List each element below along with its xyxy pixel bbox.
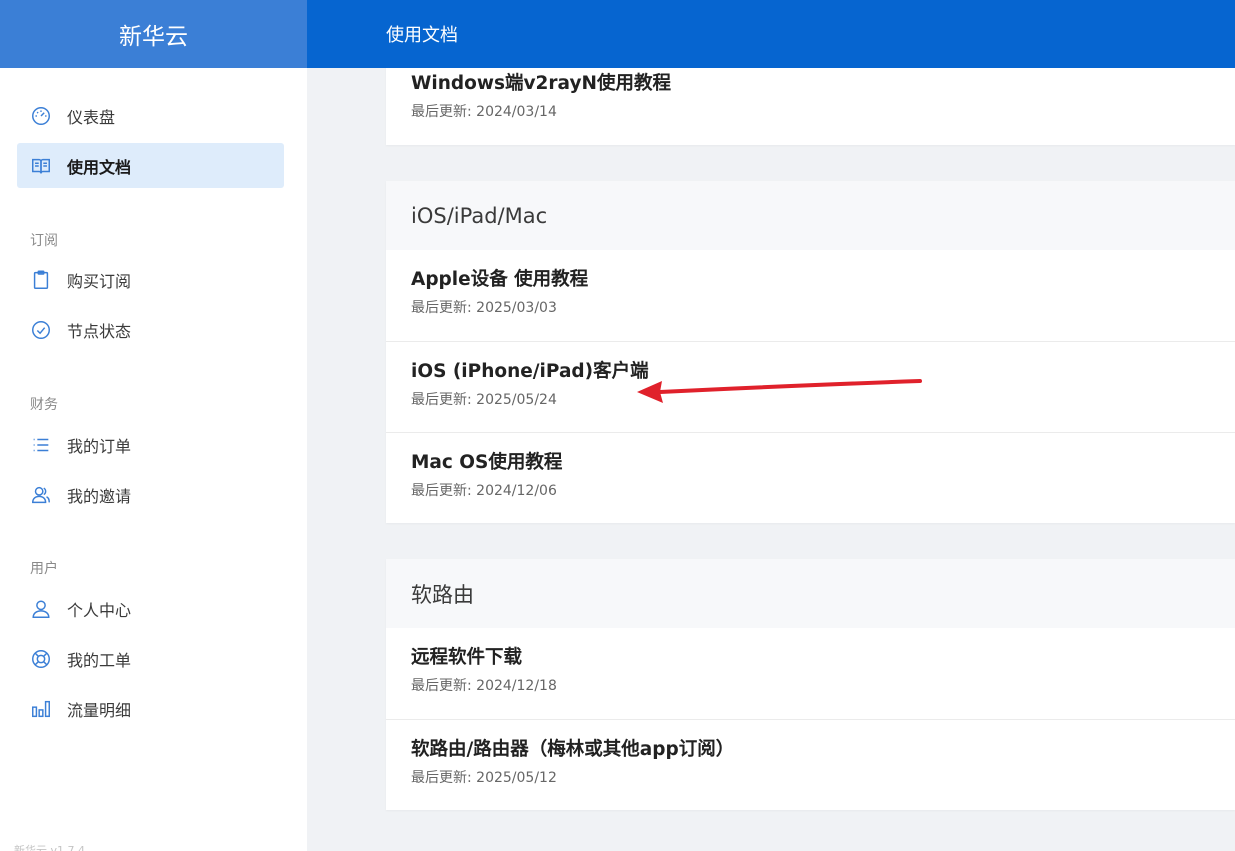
top-header-overlay: 新华云 使用文档	[0, 0, 1235, 68]
doc-item[interactable]: Mac OS使用教程 最后更新: 2024/12/06	[386, 432, 1235, 523]
sidebar-item-buy-subscription[interactable]: 购买订阅	[17, 257, 284, 302]
docs-card-ios: iOS/iPad/Mac Apple设备 使用教程 最后更新: 2025/03/…	[386, 181, 1235, 523]
section-heading-subscription: 订阅	[30, 233, 58, 249]
sidebar-item-my-invites[interactable]: 我的邀请	[17, 472, 284, 517]
sidebar-item-label: 个人中心	[67, 600, 132, 620]
sidebar-item-traffic-details[interactable]: 流量明细	[17, 686, 284, 731]
sidebar-item-my-orders[interactable]: 我的订单	[17, 422, 284, 467]
sidebar-item-profile[interactable]: 个人中心	[17, 586, 284, 631]
sidebar: 仪表盘 使用文档 订阅 购买订阅 节点状态 财务 我的订单 我的邀请 用户 个人…	[0, 68, 307, 851]
doc-title: iOS (iPhone/iPad)客户端	[411, 361, 649, 382]
doc-updated: 最后更新: 2024/12/18	[411, 678, 557, 694]
docs-card-router: 软路由 远程软件下载 最后更新: 2024/12/18 软路由/路由器（梅林或其…	[386, 559, 1235, 810]
book-icon	[30, 155, 52, 177]
sidebar-item-dashboard[interactable]: 仪表盘	[17, 93, 284, 138]
section-heading-user: 用户	[30, 561, 58, 577]
dashboard-gauge-icon	[30, 105, 52, 127]
clipboard-icon	[30, 269, 52, 291]
doc-item[interactable]: Apple设备 使用教程 最后更新: 2025/03/03	[386, 250, 1235, 341]
doc-item[interactable]: iOS (iPhone/iPad)客户端 最后更新: 2025/05/24	[386, 341, 1235, 432]
doc-title: Windows端v2rayN使用教程	[411, 73, 671, 94]
bar-chart-icon	[30, 698, 52, 720]
doc-updated: 最后更新: 2025/05/12	[411, 770, 557, 786]
version-footer: 新华云 v1.7.4	[14, 844, 85, 851]
lifebuoy-icon	[30, 648, 52, 670]
brand-logo[interactable]: 新华云	[0, 0, 307, 68]
sidebar-item-docs[interactable]: 使用文档	[17, 143, 284, 188]
doc-updated: 最后更新: 2025/05/24	[411, 392, 557, 408]
sidebar-item-label: 我的订单	[67, 436, 132, 456]
sidebar-item-label: 我的邀请	[67, 486, 132, 506]
sidebar-item-label: 我的工单	[67, 650, 132, 670]
doc-title: 软路由/路由器（梅林或其他app订阅）	[411, 739, 735, 760]
sidebar-item-label: 流量明细	[67, 700, 132, 720]
page-title: 使用文档	[386, 25, 458, 46]
doc-item[interactable]: 远程软件下载 最后更新: 2024/12/18	[386, 628, 1235, 719]
doc-updated: 最后更新: 2025/03/03	[411, 300, 557, 316]
users-icon	[30, 484, 52, 506]
doc-updated: 最后更新: 2024/03/14	[411, 104, 557, 120]
check-circle-icon	[30, 319, 52, 341]
card-category-header: iOS/iPad/Mac	[386, 181, 1235, 250]
sidebar-item-label: 使用文档	[67, 157, 132, 177]
section-heading-finance: 财务	[30, 397, 58, 413]
doc-title: 远程软件下载	[411, 647, 523, 668]
doc-updated: 最后更新: 2024/12/06	[411, 483, 557, 499]
sidebar-item-my-tickets[interactable]: 我的工单	[17, 636, 284, 681]
sidebar-item-node-status[interactable]: 节点状态	[17, 307, 284, 352]
doc-item[interactable]: 软路由/路由器（梅林或其他app订阅） 最后更新: 2025/05/12	[386, 719, 1235, 810]
user-icon	[30, 598, 52, 620]
card-category-header: 软路由	[386, 559, 1235, 628]
sidebar-item-label: 购买订阅	[67, 271, 132, 291]
sidebar-item-label: 仪表盘	[67, 107, 116, 127]
list-icon	[30, 434, 52, 456]
doc-title: Mac OS使用教程	[411, 452, 563, 473]
doc-title: Apple设备 使用教程	[411, 269, 589, 290]
sidebar-item-label: 节点状态	[67, 321, 132, 341]
